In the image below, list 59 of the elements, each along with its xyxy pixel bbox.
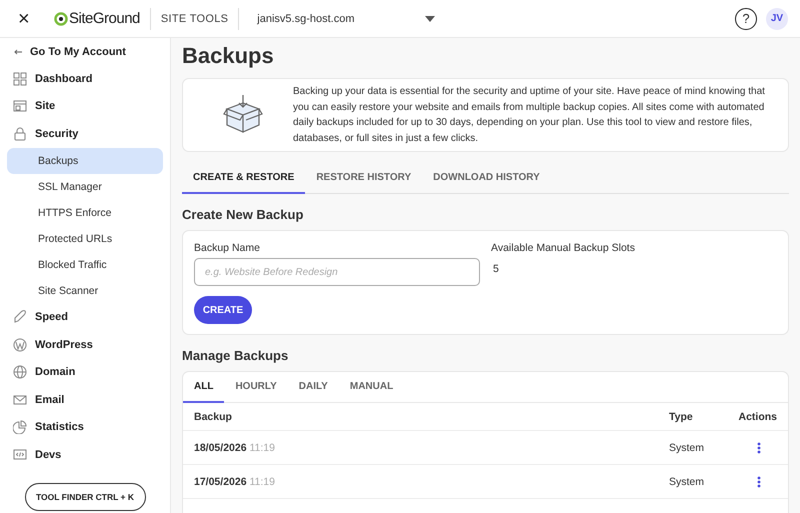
- logo: SiteGround: [54, 10, 140, 27]
- backup-name-input[interactable]: e.g. Website Before Redesign: [194, 258, 480, 286]
- nav-icon: [13, 72, 27, 86]
- filter-tab[interactable]: MANUAL: [338, 372, 404, 403]
- nav-item[interactable]: Email: [0, 386, 170, 414]
- type-cell-text: System: [669, 476, 706, 488]
- backup-date-cell-text: 18/05/2026 11:19: [194, 442, 276, 454]
- section-heading: Manage Backups: [182, 348, 290, 363]
- nav-subitem[interactable]: HTTPS Enforce: [7, 200, 163, 226]
- page-title: Backups: [182, 43, 275, 69]
- tab[interactable]: CREATE & RESTORE: [182, 164, 306, 194]
- tool-finder-button[interactable]: TOOL FINDER CTRL + K: [24, 482, 146, 510]
- backup-date-cell-text: 17/05/2026 11:19: [194, 476, 276, 488]
- slots-count: 5: [493, 263, 500, 275]
- nav-icon: [13, 99, 27, 114]
- nav-icon: [13, 126, 27, 141]
- create-button[interactable]: CREATE: [194, 296, 252, 324]
- nav-item[interactable]: Dashboard: [0, 65, 170, 92]
- more-options-icon[interactable]: [757, 476, 761, 488]
- help-icon[interactable]: ?: [735, 8, 757, 30]
- nav-icon: [13, 338, 27, 352]
- nav-icon: [13, 365, 27, 380]
- filter-tab[interactable]: HOURLY: [224, 372, 288, 403]
- type-cell-text: System: [669, 442, 706, 454]
- nav-subitem[interactable]: Protected URLs: [7, 226, 163, 252]
- nav-item[interactable]: Security: [0, 120, 170, 148]
- filter-tab[interactable]: ALL: [183, 372, 224, 403]
- nav-icon: [13, 420, 27, 434]
- back-link[interactable]: Go To My Account: [0, 44, 170, 59]
- section-heading: Create New Backup: [182, 207, 304, 222]
- column-header: Actions: [741, 410, 777, 422]
- field-label: Available Manual Backup Slots: [491, 242, 635, 254]
- nav-item[interactable]: Devs: [0, 441, 170, 468]
- tab[interactable]: DOWNLOAD HISTORY: [422, 164, 551, 194]
- user-avatar[interactable]: JV: [766, 8, 788, 30]
- nav-item[interactable]: Speed: [0, 304, 170, 331]
- nav-item[interactable]: Statistics: [0, 414, 170, 441]
- intro-text: Backing up your data is essential for the security and uptime of your site. Have peace of mind knowing that you can easily restore your website and emails from multiple backup copies. All sites come with automated daily backups included for up to 30 days, depending on your plan. Use this tool to view and restore files, databases, or full sites in just a few clicks.: [293, 85, 766, 146]
- field-label: Backup Name: [194, 242, 260, 254]
- domain-dropdown[interactable]: janisv5.sg-host.com: [257, 12, 435, 24]
- nav-icon: [13, 448, 27, 462]
- nav-subitem[interactable]: Site Scanner: [7, 278, 163, 304]
- close-icon[interactable]: ×: [18, 12, 32, 26]
- nav-icon: [13, 392, 27, 407]
- section-label: SITE TOOLS: [160, 12, 228, 24]
- nav-subitem[interactable]: Blocked Traffic: [7, 252, 163, 278]
- back-arrow-icon: [14, 48, 22, 54]
- column-header: Type: [669, 410, 694, 422]
- nav-item[interactable]: Site: [0, 92, 170, 120]
- caret-icon: [424, 16, 435, 22]
- nav-item[interactable]: Domain: [0, 358, 170, 386]
- filter-tab[interactable]: DAILY: [288, 372, 339, 403]
- more-options-icon[interactable]: [757, 442, 761, 454]
- column-header: Backup: [194, 410, 233, 422]
- tab[interactable]: RESTORE HISTORY: [305, 164, 422, 194]
- nav-item[interactable]: WordPress: [0, 331, 170, 358]
- nav-subitem[interactable]: SSL Manager: [7, 174, 163, 200]
- nav-subitem[interactable]: Backups: [7, 148, 163, 174]
- nav-icon: [13, 310, 27, 324]
